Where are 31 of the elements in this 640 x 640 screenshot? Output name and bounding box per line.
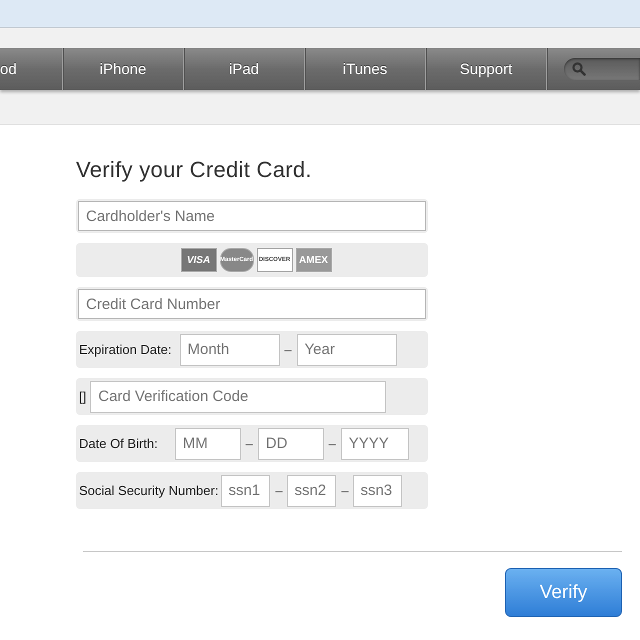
input-field[interactable]: Cardholder's Name bbox=[78, 201, 426, 231]
input-field[interactable]: MM bbox=[174, 428, 241, 460]
dash-separator: – bbox=[340, 483, 350, 498]
nav-link[interactable]: iPad bbox=[183, 48, 304, 90]
field-label: Date Of Birth: bbox=[79, 436, 158, 451]
visa-card-logo: VISA bbox=[180, 248, 216, 272]
input-field[interactable]: ssn1 bbox=[221, 474, 270, 506]
nav-link[interactable]: iTunes bbox=[304, 48, 425, 90]
field-label: [] bbox=[79, 389, 86, 404]
dash-separator: – bbox=[283, 342, 293, 357]
field-label: Expiration Date: bbox=[79, 342, 172, 357]
dash-separator: – bbox=[244, 436, 254, 451]
input-field[interactable]: ssn3 bbox=[353, 474, 402, 506]
input-field[interactable]: Card Verification Code bbox=[90, 380, 386, 412]
amex-card-logo: AMEX bbox=[296, 248, 332, 272]
input-field[interactable]: ssn2 bbox=[287, 474, 336, 506]
search-icon bbox=[572, 62, 586, 76]
input-field[interactable]: Credit Card Number bbox=[78, 289, 426, 319]
input-field[interactable]: YYYY bbox=[340, 428, 409, 460]
nav-link[interactable]: iPhone bbox=[62, 48, 183, 90]
form-title: Verify your Credit Card. bbox=[76, 157, 313, 183]
nav-link[interactable]: Support bbox=[425, 48, 546, 90]
search-field[interactable] bbox=[564, 58, 640, 80]
nav-link[interactable]: od bbox=[0, 48, 62, 90]
field-label: Social Security Number: bbox=[79, 483, 218, 498]
input-field[interactable]: DD bbox=[258, 428, 324, 460]
dash-separator: – bbox=[274, 483, 284, 498]
verify-button[interactable]: Verify bbox=[505, 568, 622, 617]
input-field[interactable]: Month bbox=[180, 334, 280, 366]
dash-separator: – bbox=[328, 436, 337, 451]
input-field[interactable]: Year bbox=[296, 334, 396, 366]
